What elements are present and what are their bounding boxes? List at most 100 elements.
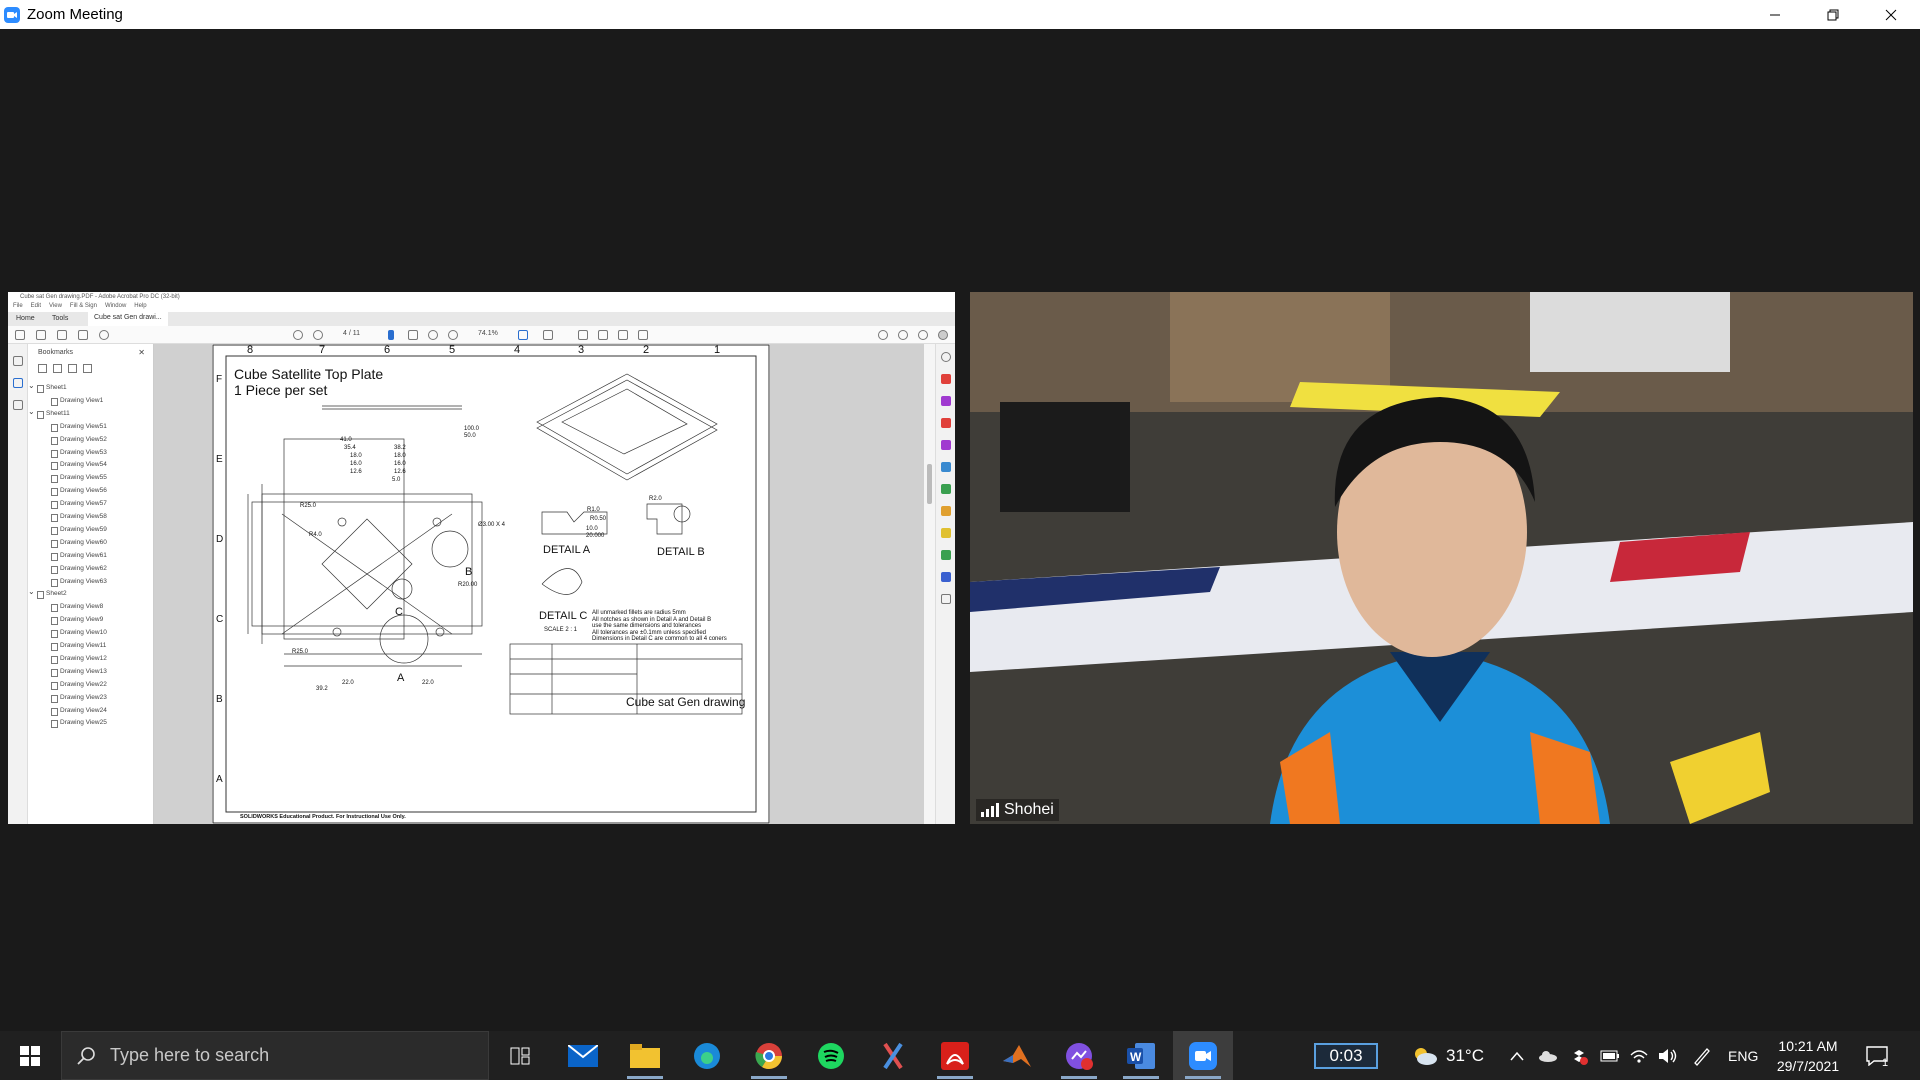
zoom-level[interactable]: 74.1% (478, 330, 498, 337)
bookmark-item[interactable]: Drawing View10 (51, 629, 107, 639)
bookmark-item[interactable]: Drawing View11 (50, 642, 106, 651)
menu-fill-sign[interactable]: Fill & Sign (70, 303, 97, 309)
snip-sketch-button[interactable] (863, 1031, 923, 1080)
export-pdf-icon[interactable] (941, 462, 951, 472)
expand-bookmark-icon[interactable] (83, 364, 92, 373)
zoom-tool-icon[interactable] (941, 352, 951, 362)
bookmark-item[interactable]: Drawing View59 (51, 526, 107, 535)
mail-icon[interactable] (78, 330, 88, 340)
bookmark-item[interactable]: Drawing View54 (51, 461, 107, 471)
bookmark-item[interactable]: Drawing View61 (51, 552, 107, 561)
sign-icon[interactable] (638, 330, 648, 340)
new-bookmark-icon[interactable] (68, 364, 77, 373)
zoom-out-icon[interactable] (428, 330, 438, 340)
zoom-in-icon[interactable] (448, 330, 458, 340)
page-up-icon[interactable] (293, 330, 303, 340)
more-tools-icon[interactable] (941, 594, 951, 604)
page-indicator[interactable]: 4 / 11 (343, 330, 360, 337)
network-tray[interactable] (1630, 1031, 1648, 1080)
pen-tray[interactable] (1692, 1031, 1712, 1080)
chevron-down-icon[interactable]: ⌄ (28, 381, 35, 390)
bookmark-item[interactable]: Drawing View62 (51, 565, 107, 574)
highlight-icon[interactable] (618, 330, 628, 340)
tab-tools[interactable]: Tools (52, 315, 68, 322)
menu-help[interactable]: Help (134, 303, 146, 309)
scroll-mode-icon[interactable] (543, 330, 553, 340)
bookmark-item[interactable]: Drawing View25 (51, 719, 107, 729)
menu-window[interactable]: Window (105, 303, 126, 309)
bookmark-item[interactable]: Drawing View53 (51, 449, 107, 458)
file-explorer-button[interactable] (615, 1031, 675, 1080)
close-button[interactable] (1862, 0, 1920, 29)
menu-edit[interactable]: Edit (31, 303, 41, 309)
fill-sign-icon[interactable] (941, 550, 951, 560)
bookmark-sheet[interactable]: ⌄ Sheet1 (28, 381, 67, 393)
minimize-button[interactable] (1746, 0, 1804, 29)
vertical-scrollbar[interactable] (924, 344, 935, 824)
clock[interactable]: 10:21 AM 29/7/2021 (1772, 1031, 1844, 1080)
search-icon[interactable] (99, 330, 109, 340)
star-icon[interactable] (36, 330, 46, 340)
chevron-down-icon[interactable]: ⌄ (28, 407, 35, 416)
scrollbar-thumb[interactable] (927, 464, 932, 504)
hand-tool-icon[interactable] (408, 330, 418, 340)
show-hidden-icons[interactable] (1510, 1031, 1524, 1080)
bookmark-item[interactable]: Drawing View51 (51, 423, 107, 432)
restore-button[interactable] (1804, 0, 1862, 29)
bookmark-item[interactable]: Drawing View63 (51, 578, 107, 587)
language-indicator[interactable]: ENG (1728, 1031, 1758, 1080)
combine-files-icon[interactable] (941, 396, 951, 406)
bookmark-item[interactable]: Drawing View24 (51, 707, 107, 716)
edit-pdf-icon[interactable] (941, 440, 951, 450)
bookmark-item[interactable]: Drawing View57 (51, 500, 107, 510)
weather-widget[interactable]: 31°C (1412, 1031, 1484, 1080)
chevron-down-icon[interactable]: ⌄ (28, 587, 35, 596)
pen-icon[interactable] (598, 330, 608, 340)
bookmark-item[interactable]: Drawing View23 (51, 694, 107, 703)
comment-tool-icon[interactable] (941, 506, 951, 516)
participant-video[interactable]: Shohei (970, 292, 1913, 824)
dropbox-tray[interactable] (1570, 1031, 1588, 1080)
battery-tray[interactable] (1600, 1031, 1620, 1080)
bookmark-item[interactable]: Drawing View13 (51, 668, 107, 677)
page-down-icon[interactable] (313, 330, 323, 340)
save-icon[interactable] (15, 330, 25, 340)
protect-icon[interactable] (941, 572, 951, 582)
select-tool-icon[interactable] (388, 330, 394, 340)
start-button[interactable] (0, 1031, 60, 1080)
print-icon[interactable] (57, 330, 67, 340)
recording-timer[interactable]: 0:03 (1314, 1043, 1378, 1069)
close-icon[interactable]: ✕ (138, 348, 145, 357)
document-area[interactable]: 8 7 6 5 4 3 2 1 F E D C B A Cube Satelli… (154, 344, 924, 824)
bookmark-item[interactable]: Drawing View22 (51, 681, 107, 690)
bookmark-options-icon[interactable] (38, 364, 47, 373)
acrobat-button[interactable] (925, 1031, 985, 1080)
bookmark-item[interactable]: Drawing View60 (51, 539, 107, 548)
bookmark-item[interactable]: Drawing View1 (50, 397, 103, 406)
edge-button[interactable] (677, 1031, 737, 1080)
onedrive-tray[interactable] (1538, 1031, 1558, 1080)
mail-app-button[interactable] (553, 1031, 613, 1080)
bookmark-item[interactable]: Drawing View12 (51, 655, 107, 664)
spotify-button[interactable] (801, 1031, 861, 1080)
word-button[interactable]: W (1111, 1031, 1171, 1080)
bookmark-item[interactable]: Drawing View8 (50, 603, 103, 613)
delete-icon[interactable] (53, 364, 62, 373)
notification-center[interactable]: 1 (1866, 1031, 1888, 1080)
bookmark-icon[interactable] (13, 378, 23, 388)
bookmark-sheet[interactable]: ⌄ Sheet2 (28, 587, 67, 600)
bell-icon[interactable] (918, 330, 928, 340)
menu-view[interactable]: View (49, 303, 62, 309)
tab-home[interactable]: Home (16, 315, 35, 322)
matlab-button[interactable] (987, 1031, 1047, 1080)
bookmark-item[interactable]: Drawing View56 (51, 487, 107, 497)
bookmark-sheet[interactable]: ⌄ Sheet11 (28, 407, 70, 419)
menu-file[interactable]: File (13, 303, 23, 309)
help-icon[interactable] (898, 330, 908, 340)
chrome-button[interactable] (739, 1031, 799, 1080)
attachment-icon[interactable] (13, 400, 23, 410)
create-pdf-icon[interactable] (941, 374, 951, 384)
shared-screen[interactable]: Cube sat Gen drawing.PDF - Adobe Acrobat… (8, 292, 955, 824)
volume-tray[interactable] (1658, 1031, 1678, 1080)
zoom-button[interactable] (1173, 1031, 1233, 1080)
